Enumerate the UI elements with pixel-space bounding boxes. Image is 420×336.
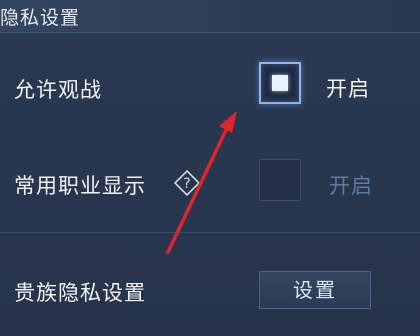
noble-privacy-settings-button[interactable]: 设置 [259, 271, 371, 309]
allow-spectate-label: 允许观战 [14, 78, 102, 102]
common-role-display-checkbox[interactable] [259, 159, 301, 201]
checked-indicator [272, 75, 288, 91]
noble-privacy-label: 贵族隐私设置 [14, 281, 146, 305]
header-bar: 隐私设置 [0, 0, 420, 33]
common-role-display-option-label: 开启 [329, 174, 373, 198]
common-role-display-label: 常用职业显示 [14, 174, 146, 198]
allow-spectate-checkbox[interactable] [259, 62, 301, 104]
svg-text:?: ? [183, 176, 190, 192]
page-title: 隐私设置 [0, 7, 81, 29]
question-diamond-icon[interactable]: ? [174, 170, 200, 196]
allow-spectate-option-label: 开启 [326, 77, 370, 101]
divider [0, 232, 420, 233]
privacy-settings-panel: 隐私设置 允许观战 开启 常用职业显示 ? 开启 贵族隐私设置 设置 [0, 0, 420, 336]
